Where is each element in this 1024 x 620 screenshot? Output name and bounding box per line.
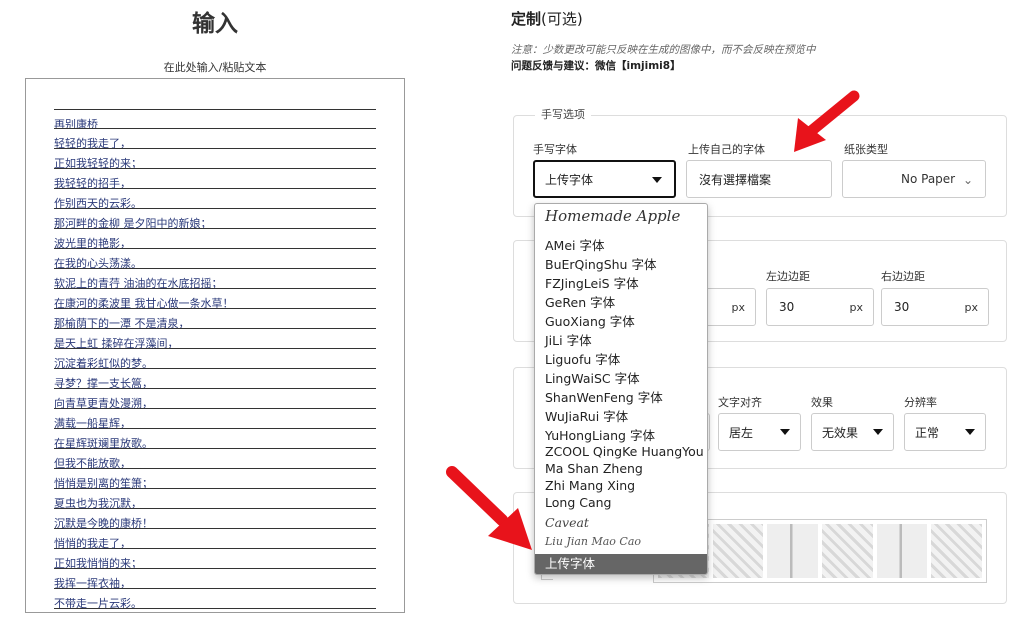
text-line: 满载一船星辉，: [54, 409, 376, 429]
font-dropdown-list: Homemade Apple AMei 字体 BuErQingShu 字体 FZ…: [534, 203, 708, 575]
paper-thumbnail[interactable]: [876, 524, 928, 578]
left-margin-label: 左边边距: [766, 270, 810, 283]
text-line: 悄悄的我走了，: [54, 529, 376, 549]
font-option[interactable]: YuHongLiang 字体: [545, 425, 655, 444]
input-title: 输入: [192, 11, 238, 37]
font-option[interactable]: Liguofu 字体: [545, 349, 620, 368]
text-line: 作别西天的云彩。: [54, 189, 376, 209]
text-line: 软泥上的青荇 油油的在水底招摇；: [54, 269, 376, 289]
margin-input[interactable]: px: [700, 288, 756, 326]
text-align-label: 文字对齐: [718, 396, 762, 409]
custom-title-optional: (可选): [541, 10, 583, 28]
paper-type-value: No Paper: [901, 172, 956, 186]
handwriting-preview-lines: 再别康桥 轻轻的我走了， 正如我轻轻的来； 我轻轻的招手， 作别西天的云彩。 那…: [54, 109, 376, 609]
text-line: 那榆荫下的一潭 不是清泉，: [54, 309, 376, 329]
font-option[interactable]: FZJingLeiS 字体: [545, 273, 639, 292]
text-line: 再别康桥: [54, 109, 376, 129]
caret-down-icon: [780, 429, 790, 435]
text-line: 寻梦？撑一支长篙，: [54, 369, 376, 389]
font-option[interactable]: Long Cang: [545, 495, 611, 510]
text-line: 向青草更青处漫溯，: [54, 389, 376, 409]
font-option[interactable]: BuErQingShu 字体: [545, 254, 656, 273]
handwriting-options-legend: 手写选项: [535, 106, 591, 122]
text-line: 我挥一挥衣袖，: [54, 569, 376, 589]
upload-font-status: 沒有選擇檔案: [699, 172, 772, 187]
font-select-value: 上传字体: [545, 172, 594, 187]
text-line: 在我的心头荡漾。: [54, 249, 376, 269]
caret-down-icon: [873, 429, 883, 435]
text-line: 沉默是今晚的康桥！: [54, 509, 376, 529]
right-margin-value: 30: [894, 300, 910, 314]
left-margin-value: 30: [779, 300, 795, 314]
custom-title: 定制(可选): [511, 8, 583, 29]
right-margin-label: 右边边距: [881, 270, 925, 283]
font-option[interactable]: Zhi Mang Xing: [545, 478, 635, 493]
text-line: 我轻轻的招手，: [54, 169, 376, 189]
text-align-select[interactable]: 居左: [718, 413, 801, 451]
resolution-label: 分辨率: [904, 396, 937, 409]
caret-down-icon: [965, 429, 975, 435]
text-line: 不带走一片云彩。: [54, 589, 376, 609]
text-line: 正如我悄悄的来；: [54, 549, 376, 569]
paper-thumbnail[interactable]: [931, 524, 983, 578]
paper-thumbnail[interactable]: [822, 524, 873, 578]
custom-title-text: 定制: [511, 10, 542, 28]
right-margin-input[interactable]: 30 px: [881, 288, 989, 326]
font-option[interactable]: Homemade Apple: [545, 207, 680, 225]
caret-down-icon: [652, 177, 662, 183]
chevron-down-icon: ⌄: [962, 173, 973, 187]
resolution-select[interactable]: 正常: [904, 413, 986, 451]
arrow-icon: [446, 466, 532, 550]
upload-font-label: 上传自己的字体: [688, 143, 765, 156]
text-line: 但我不能放歌，: [54, 449, 376, 469]
margin-unit: px: [731, 300, 746, 314]
feedback-contact: 问题反馈与建议：微信【imjimi8】: [511, 60, 681, 72]
paper-thumbnail[interactable]: [712, 524, 764, 578]
font-label: 手写字体: [533, 143, 577, 156]
upload-font-input[interactable]: 沒有選擇檔案: [686, 160, 832, 198]
font-option[interactable]: GeRen 字体: [545, 292, 615, 311]
font-option[interactable]: Ma Shan Zheng: [545, 461, 643, 476]
font-option[interactable]: Liu Jian Mao Cao: [545, 535, 641, 548]
right-margin-unit: px: [964, 300, 979, 314]
text-line: 沉淀着彩虹似的梦。: [54, 349, 376, 369]
text-line: 那河畔的金柳 是夕阳中的新娘；: [54, 209, 376, 229]
text-line: 在星辉斑斓里放歌。: [54, 429, 376, 449]
font-option[interactable]: Caveat: [545, 515, 589, 530]
effect-value: 无效果: [822, 425, 859, 440]
text-align-value: 居左: [729, 425, 754, 440]
resolution-value: 正常: [915, 425, 940, 440]
font-option[interactable]: LingWaiSC 字体: [545, 368, 640, 387]
text-line: 波光里的艳影，: [54, 229, 376, 249]
font-option[interactable]: AMei 字体: [545, 235, 604, 254]
arrow-icon: [794, 90, 860, 152]
font-option[interactable]: ZCOOL QingKe HuangYou: [545, 444, 704, 459]
font-option[interactable]: ShanWenFeng 字体: [545, 387, 663, 406]
font-option[interactable]: GuoXiang 字体: [545, 311, 635, 330]
font-option[interactable]: JiLi 字体: [545, 330, 592, 349]
text-line: 悄悄是别离的笙箫；: [54, 469, 376, 489]
text-line: 夏虫也为我沉默，: [54, 489, 376, 509]
text-line: 是天上虹 揉碎在浮藻间，: [54, 329, 376, 349]
font-option[interactable]: WuJiaRui 字体: [545, 406, 628, 425]
paper-thumbnail[interactable]: [767, 524, 819, 578]
font-option-selected[interactable]: 上传字体: [535, 554, 707, 574]
preview-note: 注意：少数更改可能只反映在生成的图像中，而不会反映在预览中: [511, 44, 816, 56]
paper-type-select[interactable]: No Paper ⌄: [842, 160, 986, 198]
left-margin-unit: px: [849, 300, 864, 314]
text-line: 正如我轻轻的来；: [54, 149, 376, 169]
effect-select[interactable]: 无效果: [811, 413, 894, 451]
font-select[interactable]: 上传字体: [533, 160, 676, 198]
left-margin-input[interactable]: 30 px: [766, 288, 874, 326]
effect-label: 效果: [811, 396, 833, 409]
input-instructions: 在此处输入/粘贴文本: [163, 61, 267, 74]
text-line: 在康河的柔波里 我甘心做一条水草！: [54, 289, 376, 309]
text-line: 轻轻的我走了，: [54, 129, 376, 149]
